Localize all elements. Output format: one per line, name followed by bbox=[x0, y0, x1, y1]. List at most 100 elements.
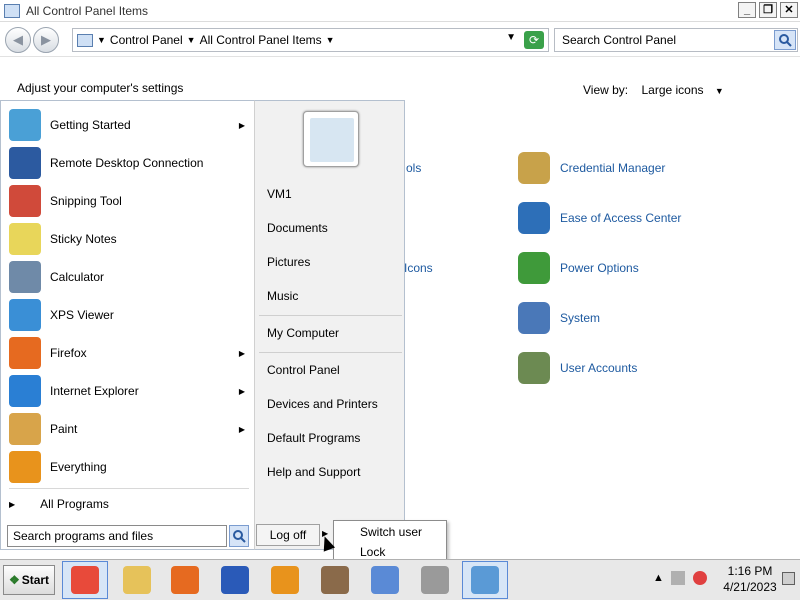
taskbar-app-explorer[interactable] bbox=[114, 561, 160, 599]
link-pictures[interactable]: Pictures bbox=[267, 255, 310, 269]
cp-item-credential-manager[interactable]: Credential Manager bbox=[518, 152, 665, 184]
remote-desktop-icon bbox=[9, 147, 41, 179]
view-by-label: View by: bbox=[583, 83, 629, 97]
link-devices-printers[interactable]: Devices and Printers bbox=[267, 397, 378, 411]
robot-avatar-icon bbox=[310, 118, 354, 162]
back-button[interactable]: ◀ bbox=[5, 27, 31, 53]
taskbar-app-everything[interactable] bbox=[262, 561, 308, 599]
fax-icon bbox=[421, 566, 449, 594]
link-default-programs[interactable]: Default Programs bbox=[267, 431, 360, 445]
clock-date[interactable]: 4/21/2023 bbox=[700, 580, 800, 594]
link-music[interactable]: Music bbox=[267, 289, 298, 303]
cp-item-system[interactable]: System bbox=[518, 302, 600, 334]
forward-button[interactable]: ▶ bbox=[33, 27, 59, 53]
start-search-input[interactable]: Search programs and files bbox=[7, 525, 227, 547]
breadcrumb-all-items[interactable]: All Control Panel Items bbox=[200, 33, 322, 47]
program-calculator[interactable]: Calculator bbox=[9, 260, 249, 294]
breadcrumb-control-panel[interactable]: Control Panel bbox=[110, 33, 183, 47]
search-button[interactable] bbox=[774, 30, 796, 50]
cp-item-label: Credential Manager bbox=[560, 161, 666, 175]
search-input[interactable]: Search Control Panel bbox=[554, 28, 798, 52]
back-arrow-icon: ◀ bbox=[13, 32, 23, 47]
power-options-flyout: Switch user Lock bbox=[333, 520, 447, 564]
chrome-icon bbox=[71, 566, 99, 594]
link-my-computer[interactable]: My Computer bbox=[267, 326, 339, 340]
taskbar-app-chrome[interactable] bbox=[62, 561, 108, 599]
window-titlebar: All Control Panel Items _ ❐ ✕ bbox=[0, 0, 800, 22]
user-picture[interactable] bbox=[303, 111, 359, 167]
address-bar[interactable]: ▼ Control Panel ▼ All Control Panel Item… bbox=[72, 28, 549, 52]
program-getting-started[interactable]: Getting Started ▶ bbox=[9, 108, 249, 142]
view-by-control[interactable]: View by: Large icons ▼ bbox=[583, 83, 724, 97]
link-documents[interactable]: Documents bbox=[267, 221, 328, 235]
start-search-button[interactable] bbox=[229, 525, 249, 547]
internet-explorer-icon bbox=[9, 375, 41, 407]
program-label: Remote Desktop Connection bbox=[50, 156, 204, 170]
user-accounts-icon bbox=[518, 352, 550, 384]
clock-time[interactable]: 1:16 PM bbox=[700, 564, 800, 578]
log-off-button[interactable]: Log off bbox=[256, 524, 320, 546]
paint-icon bbox=[9, 413, 41, 445]
chevron-down-icon[interactable]: ▼ bbox=[715, 86, 724, 96]
partial-item-icons[interactable]: Icons bbox=[404, 261, 433, 275]
start-menu-programs-pane: Getting Started ▶ Remote Desktop Connect… bbox=[0, 100, 254, 550]
taskbar-app-fax[interactable] bbox=[412, 561, 458, 599]
sticky-notes-icon bbox=[9, 223, 41, 255]
network-icon[interactable] bbox=[671, 571, 685, 585]
snipping-tool-icon bbox=[9, 185, 41, 217]
taskbar-app-firefox[interactable] bbox=[162, 561, 208, 599]
minimize-button[interactable]: _ bbox=[738, 2, 756, 18]
close-button[interactable]: ✕ bbox=[780, 2, 798, 18]
all-programs-button[interactable]: ▶ All Programs bbox=[9, 497, 109, 511]
firefox-icon bbox=[171, 566, 199, 594]
divider bbox=[9, 488, 249, 489]
partial-item-tools[interactable]: ols bbox=[406, 161, 421, 175]
maximize-button[interactable]: ❐ bbox=[759, 2, 777, 18]
program-remote-desktop[interactable]: Remote Desktop Connection bbox=[9, 146, 249, 180]
address-dropdown-icon[interactable]: ▼ bbox=[506, 32, 516, 43]
cp-item-label: System bbox=[560, 311, 601, 325]
start-menu: Getting Started ▶ Remote Desktop Connect… bbox=[0, 100, 447, 564]
cp-item-user-accounts[interactable]: User Accounts bbox=[518, 352, 637, 384]
program-label: Internet Explorer bbox=[50, 384, 139, 398]
link-vm1[interactable]: VM1 bbox=[267, 187, 292, 201]
cp-item-power-options[interactable]: Power Options bbox=[518, 252, 639, 284]
view-by-value[interactable]: Large icons bbox=[641, 83, 703, 97]
program-paint[interactable]: Paint ▶ bbox=[9, 412, 249, 446]
cp-item-label: Ease of Access Center bbox=[560, 211, 682, 225]
program-label: Everything bbox=[50, 460, 107, 474]
show-hidden-icons-icon[interactable]: ▲ bbox=[653, 572, 664, 584]
chevron-down-icon[interactable]: ▼ bbox=[187, 35, 196, 45]
search-icon bbox=[233, 530, 246, 543]
link-help-support[interactable]: Help and Support bbox=[267, 465, 360, 479]
chevron-down-icon[interactable]: ▼ bbox=[97, 35, 106, 45]
taskbar-app-help[interactable] bbox=[212, 561, 258, 599]
expand-arrow-icon: ▶ bbox=[9, 499, 16, 509]
program-label: Firefox bbox=[50, 346, 87, 360]
taskbar-app-stamp[interactable] bbox=[312, 561, 358, 599]
xps-viewer-icon bbox=[9, 299, 41, 331]
calculator-icon bbox=[9, 261, 41, 293]
taskbar-app-wordpad[interactable] bbox=[362, 561, 408, 599]
taskbar-app-control-panel[interactable] bbox=[462, 561, 508, 599]
menu-item-lock[interactable]: Lock bbox=[360, 545, 385, 559]
program-sticky-notes[interactable]: Sticky Notes bbox=[9, 222, 249, 256]
link-control-panel[interactable]: Control Panel bbox=[267, 363, 340, 377]
program-everything[interactable]: Everything bbox=[9, 450, 249, 484]
submenu-arrow-icon: ▶ bbox=[238, 120, 245, 130]
submenu-arrow-icon: ▶ bbox=[238, 348, 245, 358]
getting-started-icon bbox=[9, 109, 41, 141]
program-snipping-tool[interactable]: Snipping Tool bbox=[9, 184, 249, 218]
program-xps-viewer[interactable]: XPS Viewer bbox=[9, 298, 249, 332]
refresh-button[interactable]: ⟳ bbox=[524, 31, 544, 49]
program-firefox[interactable]: Firefox ▶ bbox=[9, 336, 249, 370]
search-icon bbox=[779, 34, 792, 47]
program-internet-explorer[interactable]: Internet Explorer ▶ bbox=[9, 374, 249, 408]
power-options-icon bbox=[518, 252, 550, 284]
page-heading: Adjust your computer's settings bbox=[17, 81, 184, 95]
chevron-down-icon[interactable]: ▼ bbox=[326, 35, 335, 45]
search-placeholder: Search Control Panel bbox=[562, 33, 677, 47]
start-button[interactable]: ❖ Start bbox=[3, 565, 55, 595]
menu-item-switch-user[interactable]: Switch user bbox=[360, 525, 422, 539]
cp-item-ease-of-access[interactable]: Ease of Access Center bbox=[518, 202, 681, 234]
